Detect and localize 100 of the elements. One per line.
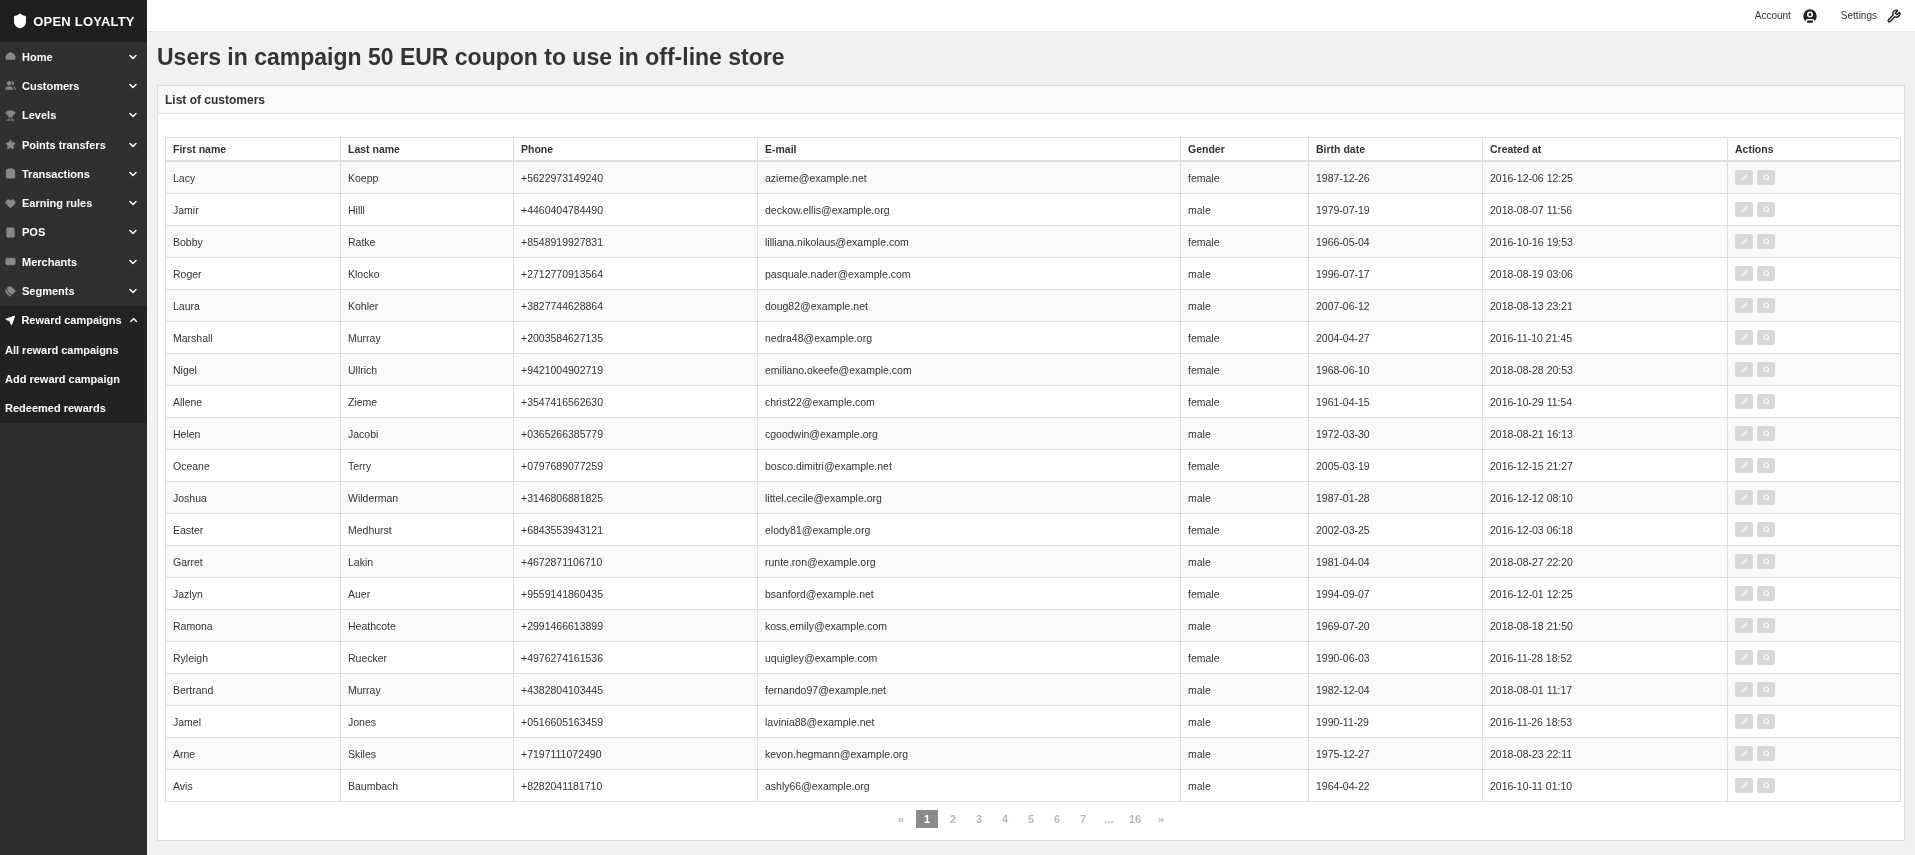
- table-cell: male: [1180, 705, 1309, 738]
- table-cell: christ22@example.com: [757, 385, 1181, 418]
- table-cell: nedra48@example.org: [757, 321, 1181, 354]
- view-button[interactable]: [1757, 458, 1775, 473]
- view-button[interactable]: [1757, 554, 1775, 569]
- view-button[interactable]: [1757, 714, 1775, 729]
- edit-button[interactable]: [1735, 650, 1753, 665]
- edit-button[interactable]: [1735, 522, 1753, 537]
- edit-button[interactable]: [1735, 714, 1753, 729]
- view-button[interactable]: [1757, 778, 1775, 793]
- edit-button[interactable]: [1735, 202, 1753, 217]
- table-cell: +6843553943121: [513, 513, 758, 546]
- sidebar-item[interactable]: Reward campaigns: [0, 305, 147, 335]
- edit-button[interactable]: [1735, 682, 1753, 697]
- edit-button[interactable]: [1735, 170, 1753, 185]
- table-cell: lavinia88@example.net: [757, 705, 1181, 738]
- table-cell: 2018-08-13 23:21: [1482, 289, 1728, 322]
- submenu-item[interactable]: Add reward campaign: [0, 364, 147, 394]
- view-button[interactable]: [1757, 650, 1775, 665]
- table-cell: +8548919927831: [513, 225, 758, 258]
- edit-button[interactable]: [1735, 746, 1753, 761]
- table-cell: +2991466613899: [513, 609, 758, 642]
- view-button[interactable]: [1757, 522, 1775, 537]
- edit-button[interactable]: [1735, 586, 1753, 601]
- search-icon: [1762, 718, 1770, 725]
- view-button[interactable]: [1757, 586, 1775, 601]
- heart-icon: [5, 197, 16, 209]
- table-cell: 1968-06-10: [1308, 353, 1483, 386]
- table-cell: +3547416562630: [513, 385, 758, 418]
- view-button[interactable]: [1757, 490, 1775, 505]
- view-button[interactable]: [1757, 202, 1775, 217]
- table-cell: 2018-08-18 21:50: [1482, 609, 1728, 642]
- edit-button[interactable]: [1735, 458, 1753, 473]
- table-cell: female: [1180, 513, 1309, 546]
- table-cell: 1969-07-20: [1308, 609, 1483, 642]
- edit-button[interactable]: [1735, 490, 1753, 505]
- table-cell: Heathcote: [340, 609, 514, 642]
- table-cell: Skiles: [340, 737, 514, 770]
- edit-button[interactable]: [1735, 362, 1753, 377]
- search-icon: [1762, 206, 1770, 213]
- edit-button[interactable]: [1735, 298, 1753, 313]
- table-cell: ashly66@example.org: [757, 769, 1181, 802]
- table-cell: Lacy: [165, 161, 341, 194]
- table-cell: 2007-06-12: [1308, 289, 1483, 322]
- table-cell: Arne: [165, 737, 341, 770]
- table-cell: Bobby: [165, 225, 341, 258]
- pencil-icon: [1740, 558, 1748, 565]
- view-button[interactable]: [1757, 682, 1775, 697]
- table-cell: Garret: [165, 545, 341, 578]
- table-cell: Auer: [340, 577, 514, 610]
- table-cell: 2004-04-27: [1308, 321, 1483, 354]
- edit-button[interactable]: [1735, 234, 1753, 249]
- search-icon: [1762, 494, 1770, 501]
- table-cell: littel.cecile@example.org: [757, 481, 1181, 514]
- search-icon: [1762, 238, 1770, 245]
- view-button[interactable]: [1757, 298, 1775, 313]
- table-cell: Wilderman: [340, 481, 514, 514]
- edit-button[interactable]: [1735, 554, 1753, 569]
- table-cell: Kohler: [340, 289, 514, 322]
- view-button[interactable]: [1757, 330, 1775, 345]
- table-cell: 2016-12-12 08:10: [1482, 481, 1728, 514]
- table-cell: Ratke: [340, 225, 514, 258]
- view-button[interactable]: [1757, 618, 1775, 633]
- account-icon: [1800, 6, 1819, 25]
- page-title: Users in campaign 50 EUR coupon to use in off-line store: [157, 44, 786, 71]
- tools-icon: [1887, 8, 1901, 23]
- edit-button[interactable]: [1735, 330, 1753, 345]
- edit-button[interactable]: [1735, 426, 1753, 441]
- view-button[interactable]: [1757, 170, 1775, 185]
- pencil-icon: [1740, 718, 1748, 725]
- account-link[interactable]: Account: [1754, 6, 1819, 25]
- table-cell: 2018-08-23 22:11: [1482, 737, 1728, 770]
- submenu-item[interactable]: All reward campaigns: [0, 334, 147, 365]
- table-cell: 2018-08-07 11:56: [1482, 193, 1728, 226]
- view-button[interactable]: [1757, 394, 1775, 409]
- table-cell: female: [1180, 321, 1309, 354]
- submenu-item[interactable]: Redeemed rewards: [0, 393, 147, 423]
- table-cell: +9559141860435: [513, 577, 758, 610]
- table-cell: 1981-04-04: [1308, 545, 1483, 578]
- edit-button[interactable]: [1735, 618, 1753, 633]
- table-cell: +0516605163459: [513, 705, 758, 738]
- view-button[interactable]: [1757, 746, 1775, 761]
- table-cell: pasquale.nader@example.com: [757, 257, 1181, 290]
- edit-button[interactable]: [1735, 266, 1753, 281]
- view-button[interactable]: [1757, 266, 1775, 281]
- table-cell: female: [1180, 449, 1309, 482]
- view-button[interactable]: [1757, 234, 1775, 249]
- table-cell: Avis: [165, 769, 341, 802]
- table-cell: +0365266385779: [513, 417, 758, 450]
- edit-button[interactable]: [1735, 394, 1753, 409]
- view-button[interactable]: [1757, 426, 1775, 441]
- pencil-icon: [1740, 206, 1748, 213]
- pencil-icon: [1740, 750, 1748, 757]
- table-cell: male: [1180, 545, 1309, 578]
- settings-link[interactable]: Settings: [1840, 8, 1901, 23]
- view-button[interactable]: [1757, 362, 1775, 377]
- tags-icon: [5, 285, 16, 297]
- pencil-icon: [1740, 366, 1748, 373]
- table-cell: 2016-12-01 12:25: [1482, 577, 1728, 610]
- edit-button[interactable]: [1735, 778, 1753, 793]
